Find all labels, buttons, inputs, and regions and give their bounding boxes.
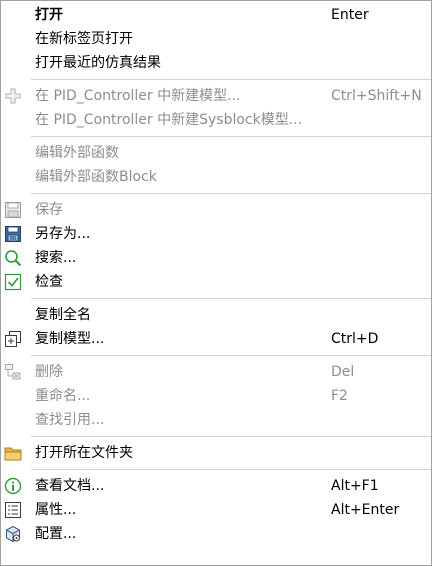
separator (31, 79, 431, 80)
shortcut-view-docs: Alt+F1 (331, 478, 379, 494)
menu-item-open-recent-results[interactable]: 打开最近的仿真结果 (1, 51, 431, 75)
shortcut-rename: F2 (331, 388, 348, 404)
menu-item-search[interactable]: 搜索... (1, 246, 431, 270)
menu-item-edit-external-function[interactable]: 编辑外部函数 (1, 141, 431, 165)
folder-icon (4, 444, 22, 462)
shortcut-new-model: Ctrl+Shift+N (331, 88, 422, 104)
menu-item-configure[interactable]: 配置... (1, 522, 431, 546)
properties-icon (4, 501, 22, 519)
copy-model-icon (4, 330, 22, 348)
separator (31, 355, 431, 356)
settings-icon (4, 525, 22, 543)
separator (31, 469, 431, 470)
separator (31, 193, 431, 194)
menu-item-delete[interactable]: 删除 Del (1, 360, 431, 384)
shortcut-delete: Del (331, 364, 355, 380)
shortcut-open: Enter (331, 7, 369, 23)
menu-item-check[interactable]: 检查 (1, 270, 431, 294)
menu-item-new-sysblock[interactable]: 在 PID_Controller 中新建Sysblock模型... (1, 108, 431, 132)
menu-item-open-new-tab[interactable]: 在新标签页打开 (1, 27, 431, 51)
menu-item-save[interactable]: 保存 (1, 198, 431, 222)
separator (31, 136, 431, 137)
menu-item-find-references[interactable]: 查找引用... (1, 408, 431, 432)
save-icon (4, 201, 22, 219)
plus-icon (4, 87, 22, 105)
menu-item-view-docs[interactable]: 查看文档... Alt+F1 (1, 474, 431, 498)
separator (31, 298, 431, 299)
menu-item-rename[interactable]: 重命名... F2 (1, 384, 431, 408)
shortcut-copy-model: Ctrl+D (331, 331, 379, 347)
save-as-icon (4, 225, 22, 243)
shortcut-properties: Alt+Enter (331, 502, 400, 518)
menu-item-open[interactable]: 打开 Enter (1, 3, 431, 27)
separator (31, 436, 431, 437)
menu-item-new-model[interactable]: 在 PID_Controller 中新建模型... Ctrl+Shift+N (1, 84, 431, 108)
context-menu: 打开 Enter 在新标签页打开 打开最近的仿真结果 在 PID_Control… (0, 0, 432, 566)
menu-item-save-as[interactable]: 另存为... (1, 222, 431, 246)
info-icon (4, 477, 22, 495)
search-icon (4, 249, 22, 267)
menu-item-properties[interactable]: 属性... Alt+Enter (1, 498, 431, 522)
delete-icon (4, 363, 22, 381)
menu-item-copy-model[interactable]: 复制模型... Ctrl+D (1, 327, 431, 351)
menu-item-copy-full-name[interactable]: 复制全名 (1, 303, 431, 327)
menu-item-open-folder[interactable]: 打开所在文件夹 (1, 441, 431, 465)
menu-item-edit-external-function-block[interactable]: 编辑外部函数Block (1, 165, 431, 189)
check-icon (4, 273, 22, 291)
